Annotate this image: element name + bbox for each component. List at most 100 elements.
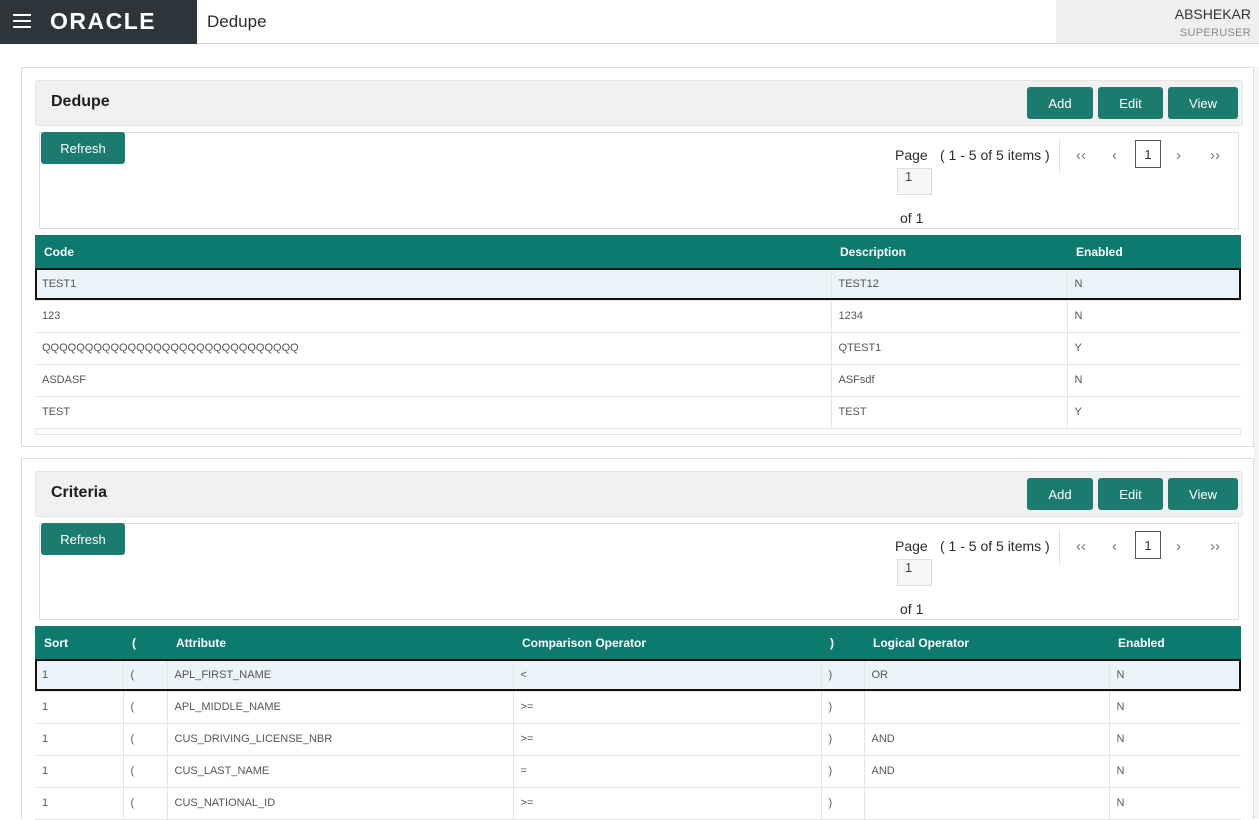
cell-logical-operator — [864, 787, 1110, 820]
table-row[interactable]: 1 ( APL_MIDDLE_NAME >= ) N — [35, 691, 1241, 724]
cell-comparison-operator: < — [513, 659, 822, 692]
pager-range: ( 1 - 5 of 5 items ) — [940, 147, 1050, 163]
table-row[interactable]: TEST1 TEST12 N — [35, 268, 1241, 301]
cell-open-paren: ( — [123, 787, 168, 820]
column-header-enabled[interactable]: Enabled — [1067, 235, 1241, 268]
add-button[interactable]: Add — [1027, 478, 1093, 510]
cell-open-paren: ( — [123, 723, 168, 756]
table-row[interactable]: 1 ( CUS_DRIVING_LICENSE_NBR >= ) AND N — [35, 723, 1241, 756]
table-row[interactable]: 1 ( CUS_LAST_NAME = ) AND N — [35, 755, 1241, 788]
table-row[interactable]: QQQQQQQQQQQQQQQQQQQQQQQQQQQQQQ QTEST1 Y — [35, 332, 1241, 365]
brand-area: ORACLE — [0, 0, 197, 44]
view-button[interactable]: View — [1168, 87, 1238, 119]
cell-comparison-operator: = — [513, 755, 822, 788]
first-page-icon[interactable]: ‹‹ — [1076, 538, 1086, 555]
cell-code: 123 — [35, 300, 832, 333]
edit-button[interactable]: Edit — [1098, 478, 1163, 510]
column-header-open-paren[interactable]: ( — [123, 626, 167, 659]
cell-enabled: N — [1109, 755, 1241, 788]
svg-text:ORACLE: ORACLE — [50, 9, 156, 33]
section-title: Dedupe — [51, 93, 110, 110]
page-scrollbar[interactable] — [1254, 67, 1259, 819]
cell-description: TEST — [831, 396, 1068, 429]
cell-open-paren: ( — [123, 659, 168, 692]
dedupe-panel: Dedupe Add Edit View Refresh Page ( 1 - … — [21, 67, 1254, 447]
last-page-icon[interactable]: ›› — [1210, 147, 1220, 164]
edit-button[interactable]: Edit — [1098, 87, 1163, 119]
cell-description: QTEST1 — [831, 332, 1068, 365]
table-row[interactable]: ASDASF ASFsdf N — [35, 364, 1241, 397]
top-header: ORACLE Dedupe ABSHEKAR SUPERUSER — [0, 0, 1259, 44]
view-button[interactable]: View — [1168, 478, 1238, 510]
cell-sort: 1 — [35, 659, 124, 692]
column-header-description[interactable]: Description — [831, 235, 1067, 268]
previous-page-icon[interactable]: ‹ — [1112, 538, 1117, 555]
previous-page-icon[interactable]: ‹ — [1112, 147, 1117, 164]
cell-open-paren: ( — [123, 755, 168, 788]
pager-divider — [1059, 139, 1060, 173]
oracle-logo: ORACLE — [50, 9, 156, 33]
cell-sort: 1 — [35, 787, 124, 820]
cell-enabled: Y — [1067, 332, 1241, 365]
pager-of-label: of 1 — [900, 210, 924, 226]
first-page-icon[interactable]: ‹‹ — [1076, 147, 1086, 164]
dedupe-table: Code Description Enabled TEST1 TEST12 N … — [35, 235, 1241, 429]
dedupe-toolbar: Refresh Page ( 1 - 5 of 5 items ) 1 of 1… — [39, 132, 1239, 229]
cell-enabled: N — [1109, 787, 1241, 820]
cell-close-paren: ) — [821, 787, 865, 820]
cell-logical-operator: AND — [864, 755, 1110, 788]
column-header-code[interactable]: Code — [35, 235, 831, 268]
criteria-table: Sort ( Attribute Comparison Operator ) L… — [35, 626, 1241, 820]
pager-page-label: Page — [895, 538, 928, 554]
cell-enabled: N — [1109, 691, 1241, 724]
cell-enabled: N — [1109, 659, 1241, 692]
refresh-button[interactable]: Refresh — [41, 132, 125, 164]
cell-enabled: N — [1067, 364, 1241, 397]
table-row[interactable]: 1 ( CUS_NATIONAL_ID >= ) N — [35, 787, 1241, 820]
table-row[interactable]: 1 ( APL_FIRST_NAME < ) OR N — [35, 659, 1241, 692]
cell-attribute: APL_FIRST_NAME — [167, 659, 514, 692]
column-header-comparison-operator[interactable]: Comparison Operator — [513, 626, 821, 659]
add-button[interactable]: Add — [1027, 87, 1093, 119]
cell-sort: 1 — [35, 691, 124, 724]
section-title: Criteria — [51, 484, 108, 501]
current-page-button[interactable]: 1 — [1135, 531, 1161, 559]
table-header-row: Sort ( Attribute Comparison Operator ) L… — [35, 626, 1241, 659]
table-footer-edge — [35, 430, 1241, 435]
column-header-enabled[interactable]: Enabled — [1109, 626, 1241, 659]
cell-description: TEST12 — [831, 268, 1068, 301]
refresh-button[interactable]: Refresh — [41, 523, 125, 555]
cell-close-paren: ) — [821, 755, 865, 788]
cell-comparison-operator: >= — [513, 787, 822, 820]
user-menu[interactable]: ABSHEKAR SUPERUSER — [1056, 0, 1259, 43]
column-header-sort[interactable]: Sort — [35, 626, 123, 659]
criteria-panel: Criteria Add Edit View Refresh Page ( 1 … — [21, 458, 1254, 820]
user-name: ABSHEKAR — [1174, 6, 1251, 22]
cell-code: TEST — [35, 396, 832, 429]
table-row[interactable]: TEST TEST Y — [35, 396, 1241, 429]
table-header-row: Code Description Enabled — [35, 235, 1241, 268]
cell-logical-operator — [864, 691, 1110, 724]
column-header-logical-operator[interactable]: Logical Operator — [864, 626, 1109, 659]
current-page-button[interactable]: 1 — [1135, 140, 1161, 168]
page-number-input[interactable]: 1 — [897, 168, 932, 195]
cell-close-paren: ) — [821, 691, 865, 724]
cell-close-paren: ) — [821, 659, 865, 692]
column-header-close-paren[interactable]: ) — [821, 626, 864, 659]
hamburger-menu-icon[interactable] — [13, 14, 31, 28]
cell-attribute: APL_MIDDLE_NAME — [167, 691, 514, 724]
page-number-input[interactable]: 1 — [897, 559, 932, 586]
column-header-attribute[interactable]: Attribute — [167, 626, 513, 659]
next-page-icon[interactable]: › — [1176, 147, 1181, 164]
pager-divider — [1059, 530, 1060, 564]
cell-open-paren: ( — [123, 691, 168, 724]
page-title: Dedupe — [207, 12, 267, 31]
user-role: SUPERUSER — [1179, 27, 1251, 39]
cell-enabled: N — [1109, 723, 1241, 756]
cell-comparison-operator: >= — [513, 691, 822, 724]
last-page-icon[interactable]: ›› — [1210, 538, 1220, 555]
cell-enabled: N — [1067, 268, 1241, 301]
cell-attribute: CUS_LAST_NAME — [167, 755, 514, 788]
next-page-icon[interactable]: › — [1176, 538, 1181, 555]
table-row[interactable]: 123 1234 N — [35, 300, 1241, 333]
